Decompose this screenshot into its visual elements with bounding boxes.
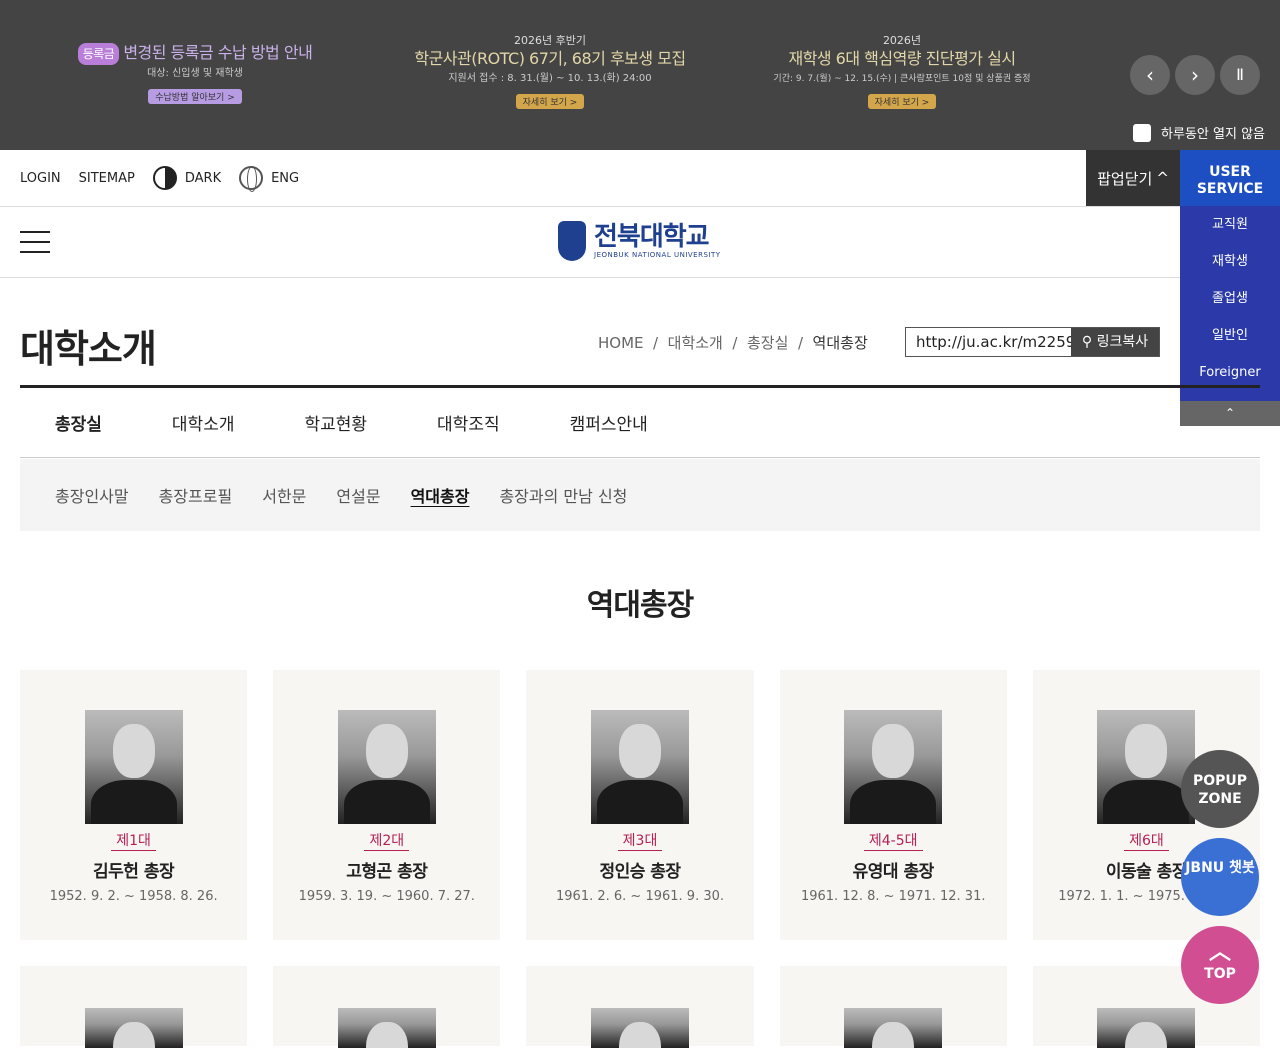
popup-slide-competency[interactable]: 2026년 재학생 6대 핵심역량 진단평가 실시 기간: 9. 7.(월) ~… [722,34,1082,109]
popup-close-button[interactable]: 팝업닫기 ^ [1086,150,1180,206]
subtab-former-presidents[interactable]: 역대총장 [411,483,470,507]
president-photo [844,1008,943,1048]
site-header: 전북대학교 JEONBUK NATIONAL UNIVERSITY [0,207,1280,278]
president-photo [84,1008,183,1048]
president-term: 1959. 3. 19. ~ 1960. 7. 27. [298,889,475,904]
tab-organization[interactable]: 대학조직 [402,410,535,435]
copy-link-button[interactable]: ⚲ 링크복사 [1071,328,1159,356]
breadcrumb-current: 역대총장 [812,334,868,352]
section-title: 역대총장 [586,588,694,623]
president-card: 제4-5대 유영대 총장 1961. 12. 8. ~ 1971. 12. 31… [779,670,1007,940]
president-photo [1097,710,1196,824]
president-term: 1961. 2. 6. ~ 1961. 9. 30. [556,889,725,904]
breadcrumb-item[interactable]: 총장실 [747,334,788,352]
subtab-profile[interactable]: 총장프로필 [159,483,233,507]
president-list-row2 [20,966,1261,1048]
president-photo [337,1008,436,1048]
contrast-icon [152,166,177,190]
no-show-today[interactable]: 하루동안 열지 않음 [1133,123,1265,142]
page-url-field[interactable]: http://ju.ac.kr/m2259 [906,328,1071,356]
secondary-tabs: 총장인사말 총장프로필 서한문 연설문 역대총장 총장과의 만남 신청 [20,459,1260,531]
president-list: 제1대 김두헌 총장 1952. 9. 2. ~ 1958. 8. 26. 제2… [20,670,1261,940]
president-photo [1097,1008,1196,1048]
primary-tabs: 총장실 대학소개 학교현황 대학조직 캠퍼스안내 [20,388,1260,458]
president-term: 1952. 9. 2. ~ 1958. 8. 26. [49,889,218,904]
president-name: 유영대 총장 [852,862,935,882]
popup-zone-button[interactable]: POPUP ZONE [1181,750,1259,828]
popup-slide-rotc[interactable]: 2026년 후반기 학군사관(ROTC) 67기, 68기 후보생 모집 지원서… [370,34,730,109]
menu-icon[interactable] [20,231,50,253]
utility-bar: LOGIN SITEMAP DARK ENG [0,150,1180,207]
dark-mode-toggle[interactable]: DARK [152,166,221,190]
president-card: 제3대 정인승 총장 1961. 2. 6. ~ 1961. 9. 30. [526,670,754,940]
user-service-title: USER SERVICE [1180,150,1280,206]
pause-icon[interactable]: Ⅱ [1220,55,1260,95]
user-service-staff[interactable]: 교직원 [1180,206,1280,243]
tab-campus-guide[interactable]: 캠퍼스안내 [535,410,683,435]
rotc-detail-button[interactable]: 자세히 보기 > [515,94,585,109]
breadcrumb: HOME / 대학소개 / 총장실 / 역대총장 [598,334,868,352]
user-service-public[interactable]: 일반인 [1180,317,1280,354]
president-photo [591,1008,689,1048]
president-card: 제1대 김두헌 총장 1952. 9. 2. ~ 1958. 8. 26. [20,670,248,940]
president-name: 김두헌 총장 [93,862,175,882]
president-name: 고형곤 총장 [346,862,428,882]
president-card [273,966,501,1048]
president-photo [337,710,436,824]
chevron-right-icon[interactable]: › [1175,55,1215,95]
tuition-tag: 등록금 [77,43,120,65]
scroll-top-button[interactable]: ︿ TOP [1181,926,1259,1004]
president-card [20,966,248,1048]
chevron-up-icon: ︿ [1208,940,1231,965]
university-emblem-icon [558,221,586,261]
popup-slide-tuition[interactable]: 등록금 변경된 등록금 수납 방법 안내 대상: 신입생 및 재학생 수납방법 알… [15,34,375,104]
subtab-letters[interactable]: 서한문 [262,483,306,507]
user-service-alumni[interactable]: 졸업생 [1180,280,1280,317]
president-generation: 제4-5대 [863,832,923,851]
tab-president-office[interactable]: 총장실 [20,410,137,435]
president-term: 1961. 12. 8. ~ 1971. 12. 31. [800,889,986,904]
president-card [526,966,754,1048]
president-name: 정인승 총장 [599,862,681,882]
no-show-today-checkbox[interactable] [1133,123,1152,142]
english-link[interactable]: ENG [239,166,299,192]
president-photo [591,710,689,824]
chatbot-button[interactable]: JBNU 챗봇 [1181,838,1259,916]
president-generation: 제1대 [111,832,156,851]
user-service-student[interactable]: 재학생 [1180,243,1280,280]
tuition-detail-button[interactable]: 수납방법 알아보기 > [148,89,242,104]
president-generation: 제2대 [364,832,410,851]
link-icon: ⚲ [1081,334,1093,350]
chevron-left-icon[interactable]: ‹ [1130,55,1170,95]
president-card: 제2대 고형곤 총장 1959. 3. 19. ~ 1960. 7. 27. [273,670,501,940]
president-photo [84,710,183,824]
page-link-box: http://ju.ac.kr/m2259 ⚲ 링크복사 [905,327,1160,357]
president-generation: 제6대 [1124,832,1169,851]
chevron-up-icon: ^ [1156,169,1169,187]
president-photo [844,710,943,824]
sitemap-link[interactable]: SITEMAP [79,171,135,186]
tab-university-intro[interactable]: 대학소개 [137,410,270,435]
president-generation: 제3대 [617,832,663,851]
subtab-meeting-request[interactable]: 총장과의 만남 신청 [499,483,627,507]
subtab-speeches[interactable]: 연설문 [336,483,380,507]
login-link[interactable]: LOGIN [20,171,61,186]
tab-school-status[interactable]: 학교현황 [269,410,402,435]
competency-detail-button[interactable]: 자세히 보기 > [867,94,937,109]
president-card [779,966,1007,1048]
subtab-greeting[interactable]: 총장인사말 [55,483,129,507]
breadcrumb-item[interactable]: 대학소개 [668,334,723,352]
popup-zone-bar: 등록금 변경된 등록금 수납 방법 안내 대상: 신입생 및 재학생 수납방법 알… [0,0,1280,150]
globe-icon [239,166,264,192]
page-title: 대학소개 [20,327,157,371]
site-logo[interactable]: 전북대학교 JEONBUK NATIONAL UNIVERSITY [558,221,721,261]
breadcrumb-home[interactable]: HOME [598,334,644,352]
